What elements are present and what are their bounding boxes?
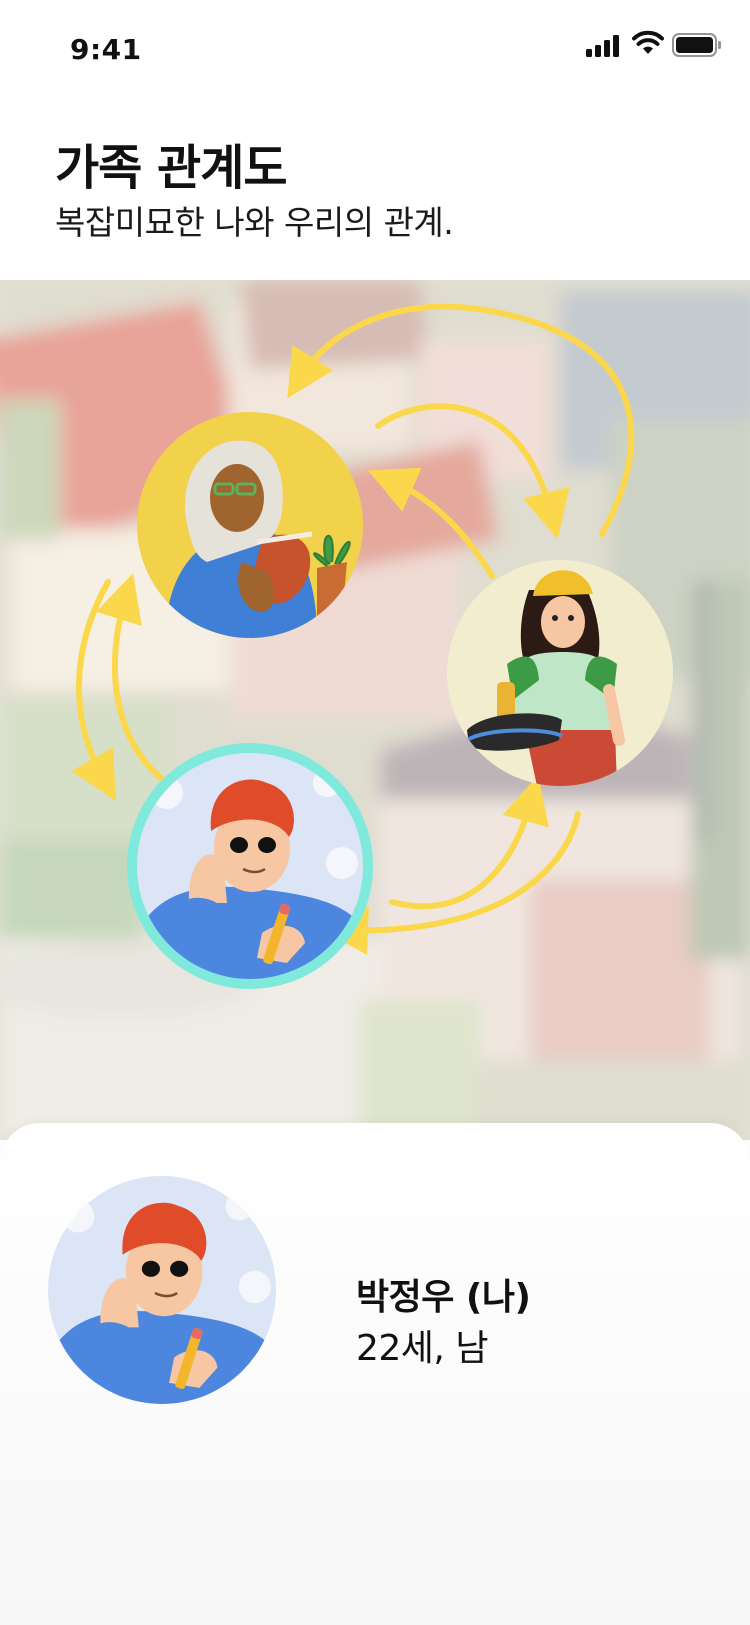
signal-icon — [586, 35, 619, 57]
relationship-map — [0, 280, 750, 1140]
arrow-me-to-sibling — [389, 774, 549, 910]
page-title: 가족 관계도 — [55, 140, 288, 196]
arrow-sibling-to-mother-inner — [368, 467, 495, 579]
profile-name: 박정우 (나) — [356, 1277, 531, 1318]
wifi-icon — [632, 30, 664, 54]
me-illustration — [137, 753, 363, 979]
status-bar: 9:41 — [0, 0, 750, 96]
arrow-sibling-to-me — [320, 811, 581, 955]
avatar-me[interactable] — [137, 753, 363, 979]
profile-me-illustration — [48, 1176, 276, 1404]
profile-age-gender: 22세, 남 — [356, 1328, 488, 1369]
avatar-mother[interactable] — [137, 412, 363, 638]
profile-avatar — [48, 1176, 276, 1404]
battery-icon — [672, 33, 721, 57]
arrow-mother-to-me — [71, 579, 116, 801]
arrow-mother-to-sibling — [375, 403, 570, 540]
page-subtitle: 복잡미묘한 나와 우리의 관계. — [55, 203, 454, 242]
avatar-sibling[interactable] — [447, 560, 673, 786]
mother-illustration — [137, 412, 363, 638]
status-time: 9:41 — [70, 33, 142, 66]
sibling-illustration — [447, 560, 673, 786]
profile-sheet: 박정우 (나) 22세, 남 — [0, 1123, 750, 1625]
arrow-me-to-mother — [95, 573, 185, 795]
